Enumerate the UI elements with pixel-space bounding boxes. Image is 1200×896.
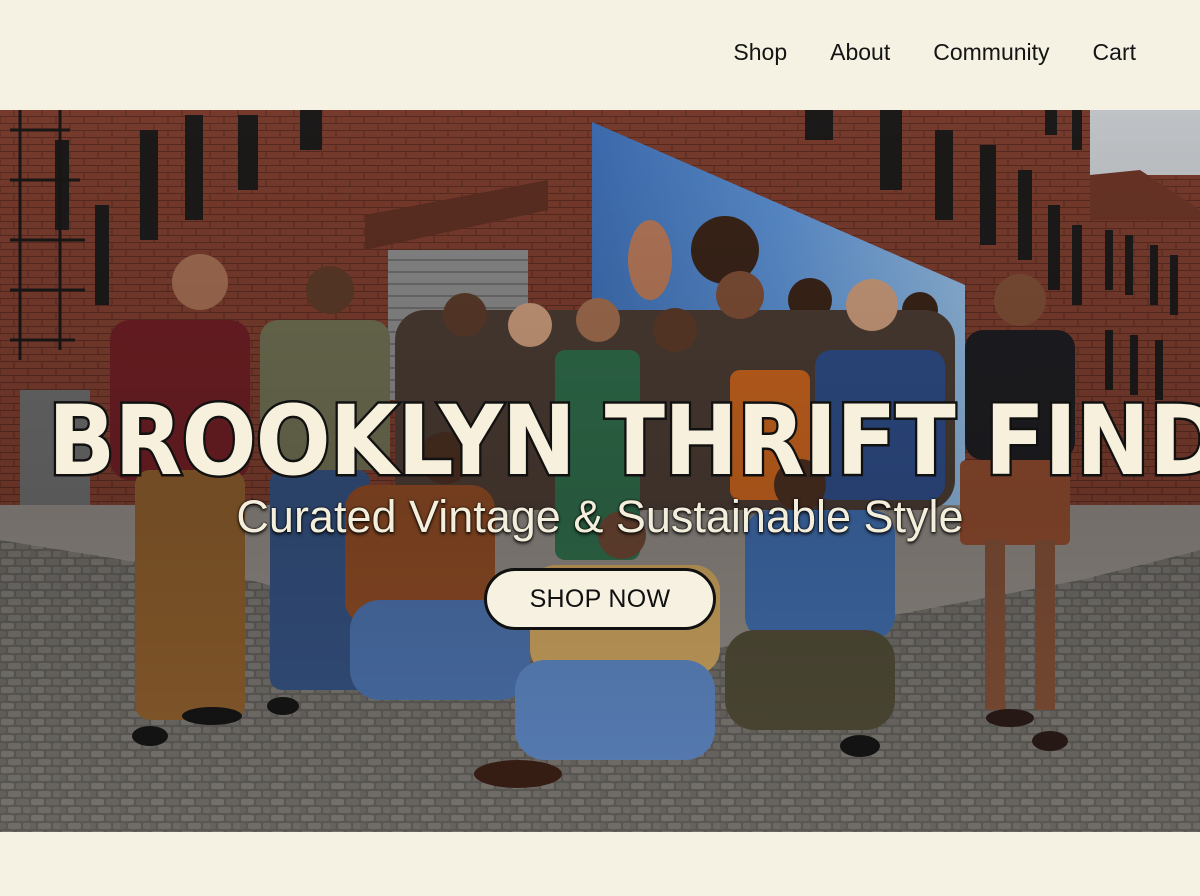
nav-cart-link[interactable]: Cart <box>1093 36 1136 68</box>
nav-shop-link[interactable]: Shop <box>733 36 787 68</box>
nav-about-link[interactable]: About <box>830 36 890 68</box>
hero-title: BROOKLYN THRIFT FINDS <box>46 384 1200 499</box>
hero-section: BROOKLYN THRIFT FINDS Curated Vintage & … <box>0 110 1200 832</box>
page: Shop About Community Cart BROOKLYN THRIF… <box>0 0 1200 896</box>
shop-now-button[interactable]: SHOP NOW <box>484 568 716 630</box>
nav-community-link[interactable]: Community <box>933 36 1049 68</box>
top-bar: Shop About Community Cart <box>0 0 1200 110</box>
hero-subtitle: Curated Vintage & Sustainable Style <box>236 491 964 542</box>
bottom-band <box>0 832 1200 896</box>
main-nav: Shop About Community Cart <box>733 36 1136 68</box>
